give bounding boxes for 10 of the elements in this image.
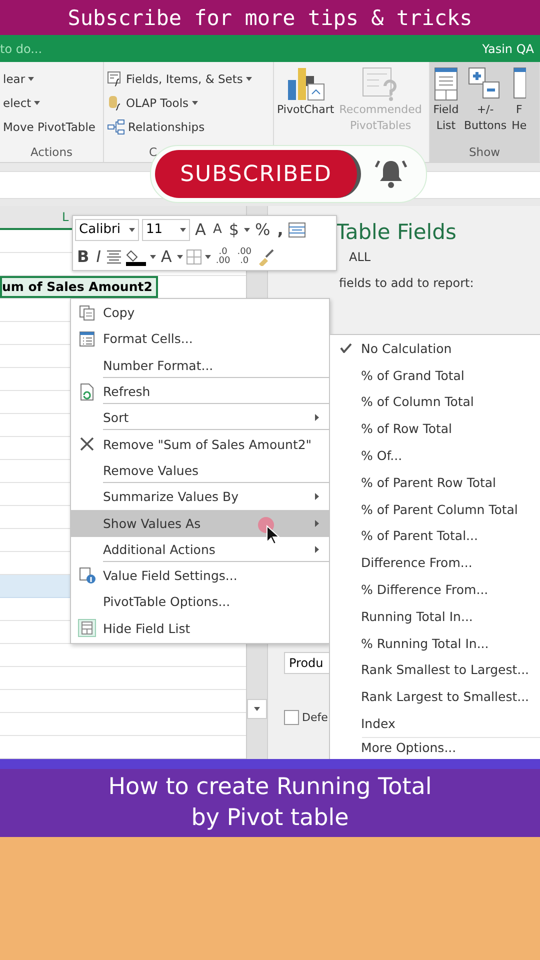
group-caption: Show bbox=[468, 144, 500, 161]
group-caption: Actions bbox=[30, 144, 72, 161]
caption-text: How to create Running Total bbox=[108, 773, 432, 802]
panel-hint: fields to add to report: bbox=[339, 276, 474, 290]
subscribe-banner-text: Subscribe for more tips & tricks bbox=[68, 6, 472, 30]
panel-title: Table Fields bbox=[336, 220, 458, 244]
group-caption: C bbox=[149, 144, 158, 161]
caption-text: by Pivot table bbox=[191, 804, 349, 833]
column-header: L bbox=[62, 210, 69, 224]
defer-label: Defe bbox=[302, 711, 328, 724]
